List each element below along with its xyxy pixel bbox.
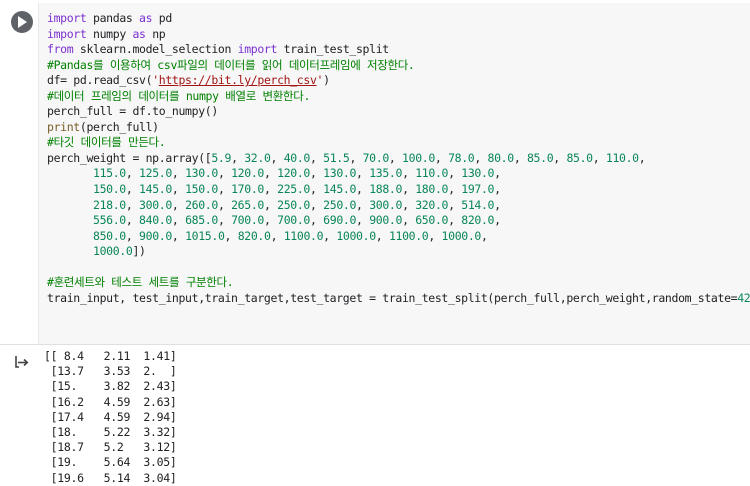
cell-output: [[ 8.4 2.11 1.41] [13.7 3.53 2. ] [15. 3…	[44, 349, 177, 485]
code-editor[interactable]: import pandas as pd import numpy as np f…	[38, 3, 750, 344]
cell-gutter	[0, 0, 40, 344]
play-icon	[18, 16, 27, 28]
code-cell: import pandas as pd import numpy as np f…	[0, 0, 750, 485]
output-redirect-icon[interactable]	[14, 354, 30, 370]
cell-divider	[0, 344, 750, 345]
code-text[interactable]: import pandas as pd import numpy as np f…	[47, 11, 750, 306]
output-gutter	[0, 345, 40, 482]
run-cell-button[interactable]	[11, 11, 33, 33]
